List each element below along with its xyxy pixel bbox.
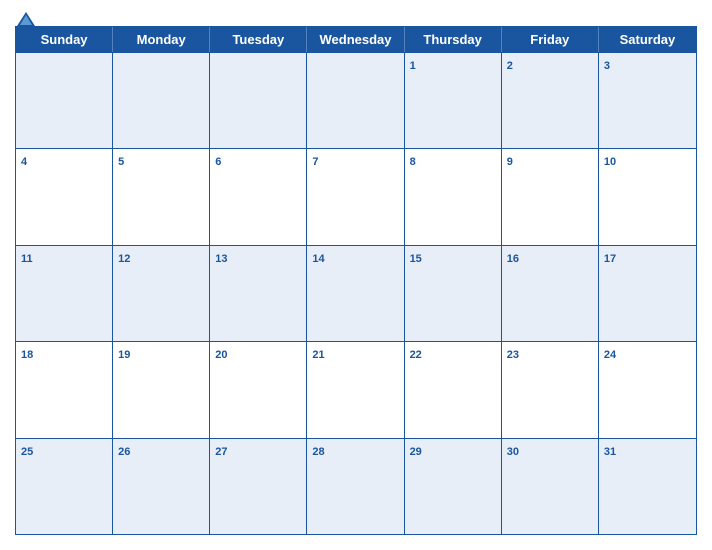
- day-number: 14: [312, 253, 324, 265]
- day-headers-row: SundayMondayTuesdayWednesdayThursdayFrid…: [16, 27, 696, 52]
- day-number: 19: [118, 349, 130, 361]
- day-cell: 6: [210, 149, 307, 244]
- day-number: 24: [604, 349, 616, 361]
- day-cell: 3: [599, 53, 696, 148]
- day-cell: [113, 53, 210, 148]
- day-cell: 27: [210, 439, 307, 534]
- day-number: 17: [604, 253, 616, 265]
- day-cell: 10: [599, 149, 696, 244]
- day-number: 3: [604, 60, 610, 72]
- day-cell: 9: [502, 149, 599, 244]
- day-header-thursday: Thursday: [405, 27, 502, 52]
- day-header-wednesday: Wednesday: [307, 27, 404, 52]
- day-number: 31: [604, 446, 616, 458]
- day-number: 4: [21, 156, 27, 168]
- day-cell: 14: [307, 246, 404, 341]
- day-cell: 17: [599, 246, 696, 341]
- day-cell: 22: [405, 342, 502, 437]
- day-number: 16: [507, 253, 519, 265]
- day-number: 26: [118, 446, 130, 458]
- day-cell: 16: [502, 246, 599, 341]
- day-cell: 1: [405, 53, 502, 148]
- day-header-sunday: Sunday: [16, 27, 113, 52]
- weeks-container: 1234567891011121314151617181920212223242…: [16, 52, 696, 534]
- week-row-4: 18 19 20 21 22 23 24: [16, 341, 696, 437]
- day-cell: [210, 53, 307, 148]
- day-cell: 8: [405, 149, 502, 244]
- day-cell: 18: [16, 342, 113, 437]
- day-number: 18: [21, 349, 33, 361]
- week-row-3: 11 12 13 14 15 16 17: [16, 245, 696, 341]
- day-number: 28: [312, 446, 324, 458]
- day-cell: [307, 53, 404, 148]
- day-number: 10: [604, 156, 616, 168]
- day-number: 27: [215, 446, 227, 458]
- day-header-friday: Friday: [502, 27, 599, 52]
- day-cell: 12: [113, 246, 210, 341]
- calendar-grid: SundayMondayTuesdayWednesdayThursdayFrid…: [15, 26, 697, 535]
- day-cell: 15: [405, 246, 502, 341]
- calendar-header: [15, 10, 697, 18]
- day-header-monday: Monday: [113, 27, 210, 52]
- day-cell: 26: [113, 439, 210, 534]
- day-cell: 4: [16, 149, 113, 244]
- week-row-5: 25 26 27 28 29 30 31: [16, 438, 696, 534]
- day-number: 12: [118, 253, 130, 265]
- day-cell: 7: [307, 149, 404, 244]
- day-number: 8: [410, 156, 416, 168]
- day-cell: 25: [16, 439, 113, 534]
- day-cell: 19: [113, 342, 210, 437]
- day-number: 1: [410, 60, 416, 72]
- day-header-saturday: Saturday: [599, 27, 696, 52]
- day-cell: 29: [405, 439, 502, 534]
- day-number: 22: [410, 349, 422, 361]
- day-number: 13: [215, 253, 227, 265]
- day-cell: 30: [502, 439, 599, 534]
- day-cell: 21: [307, 342, 404, 437]
- day-cell: 31: [599, 439, 696, 534]
- day-number: 6: [215, 156, 221, 168]
- week-row-1: 1 2 3: [16, 52, 696, 148]
- calendar-container: SundayMondayTuesdayWednesdayThursdayFrid…: [0, 0, 712, 550]
- day-cell: 23: [502, 342, 599, 437]
- logo-icon: [15, 10, 37, 28]
- week-row-2: 4 5 6 7 8 9 10: [16, 148, 696, 244]
- day-number: 11: [21, 253, 33, 265]
- day-header-tuesday: Tuesday: [210, 27, 307, 52]
- day-number: 9: [507, 156, 513, 168]
- day-cell: 20: [210, 342, 307, 437]
- day-cell: 28: [307, 439, 404, 534]
- logo: [15, 10, 39, 28]
- day-number: 21: [312, 349, 324, 361]
- day-cell: 24: [599, 342, 696, 437]
- day-cell: 11: [16, 246, 113, 341]
- day-cell: [16, 53, 113, 148]
- day-cell: 13: [210, 246, 307, 341]
- day-number: 5: [118, 156, 124, 168]
- day-number: 25: [21, 446, 33, 458]
- day-number: 29: [410, 446, 422, 458]
- day-cell: 2: [502, 53, 599, 148]
- day-number: 23: [507, 349, 519, 361]
- day-number: 7: [312, 156, 318, 168]
- day-number: 30: [507, 446, 519, 458]
- day-number: 20: [215, 349, 227, 361]
- day-number: 2: [507, 60, 513, 72]
- day-number: 15: [410, 253, 422, 265]
- day-cell: 5: [113, 149, 210, 244]
